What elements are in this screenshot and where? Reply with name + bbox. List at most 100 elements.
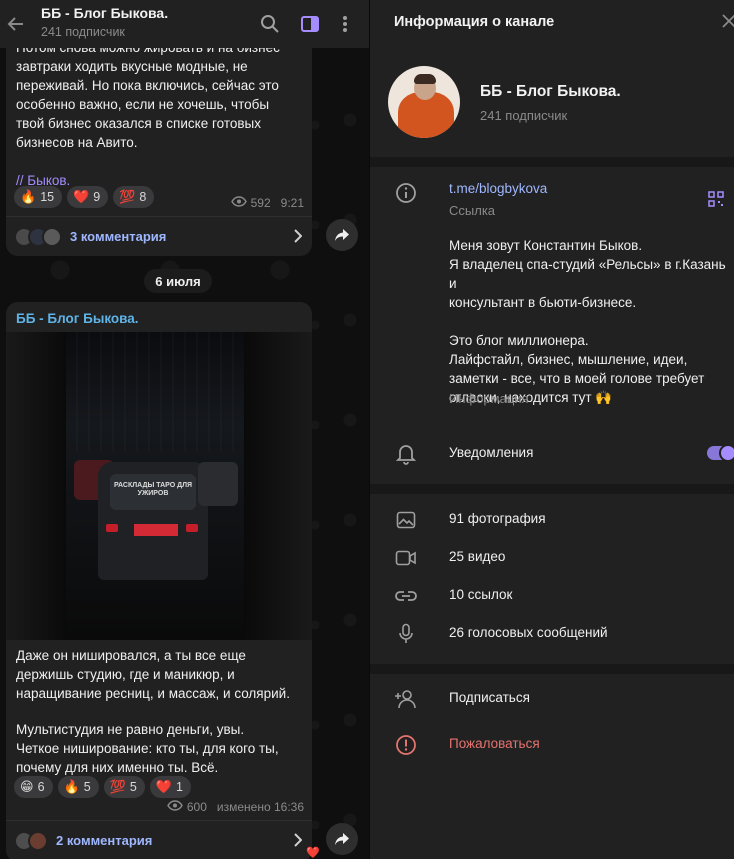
reaction-emoji: 😁 xyxy=(20,779,34,794)
views-count: 592 xyxy=(250,196,271,210)
photo-blur-left xyxy=(6,332,66,640)
reaction-grin[interactable]: 😁 6 xyxy=(14,776,53,798)
reaction-heart[interactable]: ❤️ 1 xyxy=(149,776,191,798)
tail-light xyxy=(186,524,198,532)
media-videos[interactable]: 25 видео xyxy=(449,549,505,564)
photo-icon xyxy=(394,508,418,532)
add-user-icon xyxy=(394,687,418,711)
message-meta: 592 9:21 xyxy=(230,196,304,210)
message-line: Даже он нишировался, а ты все еще xyxy=(16,648,246,663)
message-line: держишь студию, где и маникюр, и xyxy=(16,667,235,682)
description-line: консультант в бьюти-бизнесе. xyxy=(449,295,637,310)
photo-scene: РАСКЛАДЫ ТАРО ДЛЯ УЖИРОВ xyxy=(66,332,244,640)
info-title: Информация о канале xyxy=(394,14,555,30)
comments-link[interactable]: 3 комментария xyxy=(6,216,312,256)
back-arrow-icon[interactable] xyxy=(0,0,32,48)
share-icon xyxy=(335,833,349,845)
reaction-hundred[interactable]: 💯 8 xyxy=(113,186,155,208)
message-meta: 600 изменено 16:36 xyxy=(167,800,304,814)
notifications-toggle[interactable] xyxy=(707,444,734,462)
reaction-emoji: 🔥 xyxy=(63,779,80,794)
message-time: изменено 16:36 xyxy=(216,800,304,814)
post-photo[interactable]: РАСКЛАДЫ ТАРО ДЛЯ УЖИРОВ xyxy=(6,332,312,640)
divider xyxy=(370,484,734,494)
media-photos[interactable]: 91 фотография xyxy=(449,511,546,526)
reaction-emoji: 🔥 xyxy=(20,189,37,204)
reaction-fire[interactable]: 🔥 15 xyxy=(14,186,63,208)
report-button[interactable]: Пожаловаться xyxy=(449,736,540,751)
description-line: Меня зовут Константин Быков. xyxy=(449,238,643,253)
message-line: Мультистудия не равно деньги, увы. xyxy=(16,722,245,737)
reaction-emoji: 💯 xyxy=(119,189,136,204)
qr-code-icon[interactable] xyxy=(708,191,724,212)
views-icon xyxy=(167,800,183,814)
share-button[interactable] xyxy=(326,823,358,855)
message-text: Даже он нишировался, а ты все еще держиш… xyxy=(16,646,310,777)
message-line: почему для них именно ты. Всё. xyxy=(16,760,219,775)
commenter-avatars xyxy=(14,226,62,247)
microphone-icon xyxy=(394,622,418,646)
report-icon xyxy=(394,733,418,757)
more-menu-icon[interactable] xyxy=(333,12,357,36)
comments-link[interactable]: 2 комментария xyxy=(6,820,312,859)
link-caption: Ссылка xyxy=(449,203,496,218)
channel-avatar[interactable] xyxy=(388,66,460,138)
chevron-right-icon xyxy=(294,833,303,852)
media-voice[interactable]: 26 голосовых сообщений xyxy=(449,625,608,640)
avatar xyxy=(42,226,62,247)
message-line: особенно важно, если не хочешь, чтобы xyxy=(16,97,270,112)
channel-subscribers: 241 подписчик xyxy=(480,108,568,123)
chat-title[interactable]: ББ - Блог Быкова. xyxy=(41,5,168,21)
trees xyxy=(66,332,244,452)
reaction-count: 15 xyxy=(40,190,55,204)
car-window-sticker: РАСКЛАДЫ ТАРО ДЛЯ УЖИРОВ xyxy=(110,474,196,510)
reaction-count: 5 xyxy=(129,780,137,794)
comments-label[interactable]: 3 комментария xyxy=(70,229,166,244)
reaction-count: 8 xyxy=(139,190,147,204)
info-icon xyxy=(394,181,418,205)
message-text: Потом снова можно жировать и на бизнес з… xyxy=(16,38,306,190)
channel-info-panel: Информация о канале ББ - Блог Быкова. 24… xyxy=(369,0,734,859)
reaction-emoji: ❤️ xyxy=(155,779,172,794)
channel-link[interactable]: t.me/blogbykova xyxy=(449,181,547,196)
heart-icon: ❤️ xyxy=(306,847,320,859)
views-icon xyxy=(230,196,247,210)
reactions-row: 🔥 15 ❤️ 9 💯 8 xyxy=(14,186,155,208)
reaction-count: 6 xyxy=(37,780,45,794)
sidebar-toggle-icon[interactable] xyxy=(298,12,322,36)
message-bubble-1[interactable]: Потом снова можно жировать и на бизнес з… xyxy=(6,16,312,256)
message-line: переживай. Но пока включись, сейчас это xyxy=(16,78,279,93)
description-line: заметки - все, что в моей голове требует xyxy=(449,371,705,386)
views-count: 600 xyxy=(186,800,207,814)
message-bubble-2[interactable]: ББ - Блог Быкова. РАСКЛАДЫ ТАРО ДЛЯ УЖИР… xyxy=(6,302,312,859)
comments-label[interactable]: 2 комментария xyxy=(56,833,152,848)
reaction-hundred[interactable]: 💯 5 xyxy=(103,776,145,798)
message-line: Четкое ниширование: кто ты, для кого ты, xyxy=(16,741,279,756)
divider xyxy=(370,157,734,167)
subscribe-button[interactable]: Подписаться xyxy=(449,690,530,705)
date-divider: 6 июля xyxy=(144,269,212,293)
post-author[interactable]: ББ - Блог Быкова. xyxy=(16,311,139,326)
reactions-row: 😁 6 🔥 5 💯 5 ❤️ 1 xyxy=(14,776,191,798)
video-icon xyxy=(394,546,418,570)
reaction-fire[interactable]: 🔥 5 xyxy=(57,776,99,798)
chat-subtitle: 241 подписчик xyxy=(41,25,125,39)
link-icon xyxy=(394,584,418,608)
chat-header[interactable]: ББ - Блог Быкова. 241 подписчик xyxy=(0,0,369,48)
telegram-window: ББ - Блог Быкова. 241 подписчик Потом сн… xyxy=(0,0,734,859)
share-icon xyxy=(335,229,349,241)
search-icon[interactable] xyxy=(258,12,282,36)
message-time: 9:21 xyxy=(280,196,304,210)
reaction-emoji: 💯 xyxy=(109,779,126,794)
close-icon[interactable] xyxy=(722,14,734,33)
description-line: Это блог миллионера. xyxy=(449,333,589,348)
chat-panel: ББ - Блог Быкова. 241 подписчик Потом сн… xyxy=(0,0,369,859)
commenter-avatars xyxy=(14,830,48,851)
reaction-heart[interactable]: ❤️ 9 xyxy=(67,186,109,208)
share-button[interactable] xyxy=(326,219,358,251)
message-line: твой бизнес оказался в списке готовых xyxy=(16,116,261,131)
media-links[interactable]: 10 ссылок xyxy=(449,587,512,602)
divider xyxy=(370,664,734,674)
photo-blur-right xyxy=(244,332,312,640)
message-line: наращивание ресниц, и массаж, и солярий. xyxy=(16,686,290,701)
